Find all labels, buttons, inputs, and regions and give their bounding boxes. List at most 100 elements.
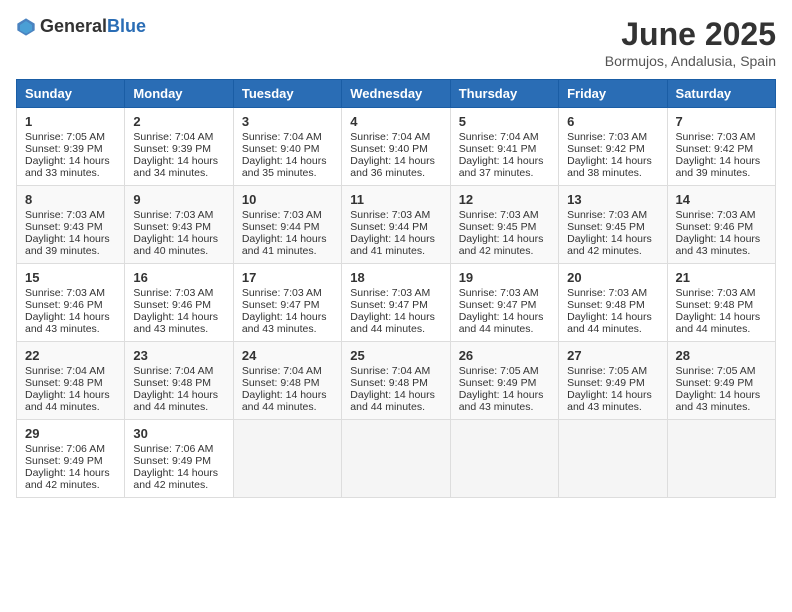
sunset-text: Sunset: 9:47 PM — [350, 299, 428, 311]
calendar-cell: 1 Sunrise: 7:05 AM Sunset: 9:39 PM Dayli… — [17, 108, 125, 186]
calendar-cell — [450, 420, 558, 498]
sunset-text: Sunset: 9:40 PM — [242, 143, 320, 155]
day-number: 9 — [133, 192, 224, 207]
sunset-text: Sunset: 9:39 PM — [133, 143, 211, 155]
day-number: 15 — [25, 270, 116, 285]
calendar-cell: 20 Sunrise: 7:03 AM Sunset: 9:48 PM Dayl… — [559, 264, 667, 342]
sunrise-text: Sunrise: 7:05 AM — [25, 131, 105, 143]
day-number: 23 — [133, 348, 224, 363]
col-wednesday: Wednesday — [342, 80, 450, 108]
sunset-text: Sunset: 9:47 PM — [459, 299, 537, 311]
day-number: 17 — [242, 270, 333, 285]
calendar-week-row: 15 Sunrise: 7:03 AM Sunset: 9:46 PM Dayl… — [17, 264, 776, 342]
calendar-cell: 3 Sunrise: 7:04 AM Sunset: 9:40 PM Dayli… — [233, 108, 341, 186]
sunset-text: Sunset: 9:48 PM — [25, 377, 103, 389]
logo-icon — [16, 17, 36, 37]
day-number: 30 — [133, 426, 224, 441]
calendar-cell: 18 Sunrise: 7:03 AM Sunset: 9:47 PM Dayl… — [342, 264, 450, 342]
daylight-text: Daylight: 14 hours and 42 minutes. — [459, 233, 544, 257]
sunset-text: Sunset: 9:45 PM — [459, 221, 537, 233]
title-area: June 2025 Bormujos, Andalusia, Spain — [605, 16, 776, 69]
calendar-cell: 17 Sunrise: 7:03 AM Sunset: 9:47 PM Dayl… — [233, 264, 341, 342]
day-number: 29 — [25, 426, 116, 441]
sunrise-text: Sunrise: 7:04 AM — [459, 131, 539, 143]
sunrise-text: Sunrise: 7:05 AM — [459, 365, 539, 377]
day-number: 3 — [242, 114, 333, 129]
calendar-cell: 8 Sunrise: 7:03 AM Sunset: 9:43 PM Dayli… — [17, 186, 125, 264]
calendar-cell: 19 Sunrise: 7:03 AM Sunset: 9:47 PM Dayl… — [450, 264, 558, 342]
calendar-cell: 6 Sunrise: 7:03 AM Sunset: 9:42 PM Dayli… — [559, 108, 667, 186]
day-number: 28 — [676, 348, 767, 363]
daylight-text: Daylight: 14 hours and 39 minutes. — [676, 155, 761, 179]
sunset-text: Sunset: 9:46 PM — [676, 221, 754, 233]
calendar-cell: 29 Sunrise: 7:06 AM Sunset: 9:49 PM Dayl… — [17, 420, 125, 498]
month-title: June 2025 — [605, 16, 776, 53]
daylight-text: Daylight: 14 hours and 42 minutes. — [133, 467, 218, 491]
calendar-cell — [559, 420, 667, 498]
col-tuesday: Tuesday — [233, 80, 341, 108]
sunset-text: Sunset: 9:43 PM — [133, 221, 211, 233]
calendar-cell: 28 Sunrise: 7:05 AM Sunset: 9:49 PM Dayl… — [667, 342, 775, 420]
sunset-text: Sunset: 9:40 PM — [350, 143, 428, 155]
day-number: 16 — [133, 270, 224, 285]
calendar-cell: 15 Sunrise: 7:03 AM Sunset: 9:46 PM Dayl… — [17, 264, 125, 342]
day-number: 6 — [567, 114, 658, 129]
sunset-text: Sunset: 9:49 PM — [676, 377, 754, 389]
daylight-text: Daylight: 14 hours and 33 minutes. — [25, 155, 110, 179]
col-monday: Monday — [125, 80, 233, 108]
daylight-text: Daylight: 14 hours and 44 minutes. — [242, 389, 327, 413]
daylight-text: Daylight: 14 hours and 43 minutes. — [567, 389, 652, 413]
sunrise-text: Sunrise: 7:03 AM — [25, 287, 105, 299]
day-number: 24 — [242, 348, 333, 363]
sunrise-text: Sunrise: 7:05 AM — [567, 365, 647, 377]
sunset-text: Sunset: 9:41 PM — [459, 143, 537, 155]
sunrise-text: Sunrise: 7:03 AM — [676, 131, 756, 143]
col-saturday: Saturday — [667, 80, 775, 108]
sunrise-text: Sunrise: 7:03 AM — [350, 287, 430, 299]
daylight-text: Daylight: 14 hours and 41 minutes. — [350, 233, 435, 257]
sunset-text: Sunset: 9:46 PM — [133, 299, 211, 311]
sunrise-text: Sunrise: 7:04 AM — [350, 365, 430, 377]
sunset-text: Sunset: 9:44 PM — [350, 221, 428, 233]
sunset-text: Sunset: 9:39 PM — [25, 143, 103, 155]
sunrise-text: Sunrise: 7:04 AM — [242, 131, 322, 143]
calendar-cell: 11 Sunrise: 7:03 AM Sunset: 9:44 PM Dayl… — [342, 186, 450, 264]
daylight-text: Daylight: 14 hours and 44 minutes. — [459, 311, 544, 335]
day-number: 14 — [676, 192, 767, 207]
calendar-cell: 24 Sunrise: 7:04 AM Sunset: 9:48 PM Dayl… — [233, 342, 341, 420]
day-number: 1 — [25, 114, 116, 129]
sunrise-text: Sunrise: 7:03 AM — [567, 131, 647, 143]
sunrise-text: Sunrise: 7:06 AM — [133, 443, 213, 455]
day-number: 8 — [25, 192, 116, 207]
calendar-cell — [667, 420, 775, 498]
logo: GeneralBlue — [16, 16, 146, 37]
day-number: 12 — [459, 192, 550, 207]
sunrise-text: Sunrise: 7:06 AM — [25, 443, 105, 455]
page-header: GeneralBlue June 2025 Bormujos, Andalusi… — [16, 16, 776, 69]
calendar-cell: 9 Sunrise: 7:03 AM Sunset: 9:43 PM Dayli… — [125, 186, 233, 264]
daylight-text: Daylight: 14 hours and 44 minutes. — [25, 389, 110, 413]
sunset-text: Sunset: 9:48 PM — [242, 377, 320, 389]
calendar-cell: 27 Sunrise: 7:05 AM Sunset: 9:49 PM Dayl… — [559, 342, 667, 420]
daylight-text: Daylight: 14 hours and 34 minutes. — [133, 155, 218, 179]
day-number: 2 — [133, 114, 224, 129]
sunset-text: Sunset: 9:46 PM — [25, 299, 103, 311]
daylight-text: Daylight: 14 hours and 42 minutes. — [567, 233, 652, 257]
sunrise-text: Sunrise: 7:05 AM — [676, 365, 756, 377]
day-number: 7 — [676, 114, 767, 129]
sunset-text: Sunset: 9:43 PM — [25, 221, 103, 233]
sunrise-text: Sunrise: 7:03 AM — [567, 287, 647, 299]
daylight-text: Daylight: 14 hours and 43 minutes. — [133, 311, 218, 335]
sunrise-text: Sunrise: 7:04 AM — [25, 365, 105, 377]
sunrise-text: Sunrise: 7:03 AM — [676, 209, 756, 221]
day-number: 11 — [350, 192, 441, 207]
calendar-cell: 7 Sunrise: 7:03 AM Sunset: 9:42 PM Dayli… — [667, 108, 775, 186]
sunrise-text: Sunrise: 7:03 AM — [459, 287, 539, 299]
sunrise-text: Sunrise: 7:04 AM — [242, 365, 322, 377]
sunrise-text: Sunrise: 7:03 AM — [242, 287, 322, 299]
calendar-week-row: 1 Sunrise: 7:05 AM Sunset: 9:39 PM Dayli… — [17, 108, 776, 186]
daylight-text: Daylight: 14 hours and 42 minutes. — [25, 467, 110, 491]
logo-general-text: GeneralBlue — [40, 16, 146, 37]
daylight-text: Daylight: 14 hours and 38 minutes. — [567, 155, 652, 179]
daylight-text: Daylight: 14 hours and 43 minutes. — [676, 389, 761, 413]
